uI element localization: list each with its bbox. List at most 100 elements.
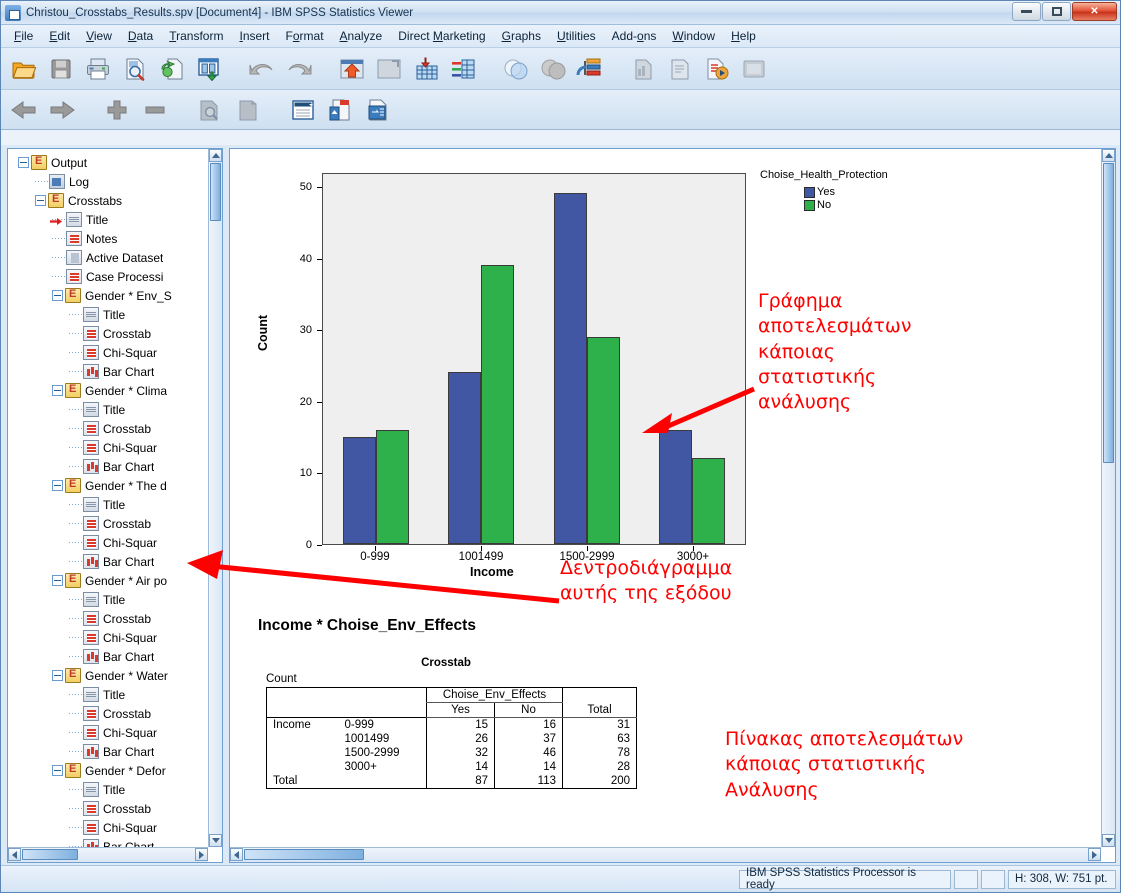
- promote-icon[interactable]: [102, 95, 132, 125]
- output-horizontal-scrollbar[interactable]: [230, 847, 1101, 862]
- tree-collapse-toggle[interactable]: [52, 575, 63, 586]
- tree-collapse-toggle[interactable]: [18, 157, 29, 168]
- back-icon[interactable]: [9, 95, 39, 125]
- crosstab-table[interactable]: Choise_Env_Effects Yes No Total Income 0…: [266, 687, 637, 789]
- table-row[interactable]: 3000+ 14 14 28: [266, 760, 637, 774]
- bar-yes-2[interactable]: [553, 193, 587, 544]
- menu-format[interactable]: Format: [279, 26, 331, 46]
- tree-item[interactable]: Gender * Clima: [14, 381, 208, 400]
- output-scroll-right-arrow[interactable]: [1088, 848, 1101, 861]
- tree-collapse-toggle[interactable]: [52, 480, 63, 491]
- tree-item[interactable]: Crosstab: [14, 419, 208, 438]
- tree-item[interactable]: Crosstab: [14, 704, 208, 723]
- tree-item[interactable]: Chi-Squar: [14, 628, 208, 647]
- select-title-icon[interactable]: [288, 95, 318, 125]
- tree-item[interactable]: Gender * Air po: [14, 571, 208, 590]
- tree-item[interactable]: Active Dataset: [14, 248, 208, 267]
- tree-item[interactable]: Case Processi: [14, 267, 208, 286]
- scroll-down-arrow[interactable]: [209, 834, 222, 847]
- tree-collapse-toggle[interactable]: [52, 385, 63, 396]
- outline-vertical-scrollbar[interactable]: [208, 149, 222, 847]
- show-all-variables-icon[interactable]: [702, 54, 732, 84]
- tree-item[interactable]: Gender * Env_S: [14, 286, 208, 305]
- tree-item[interactable]: Title: [14, 495, 208, 514]
- run-descriptives-icon[interactable]: [448, 54, 478, 84]
- hide-icon[interactable]: [195, 95, 225, 125]
- menu-file[interactable]: File: [7, 26, 40, 46]
- tree-item[interactable]: Chi-Squar: [14, 818, 208, 837]
- forward-icon[interactable]: [47, 95, 77, 125]
- tree-collapse-toggle[interactable]: [52, 670, 63, 681]
- output-scroll-left-arrow[interactable]: [230, 848, 243, 861]
- goto-data-icon[interactable]: [374, 54, 404, 84]
- recall-dialog-icon[interactable]: [157, 54, 187, 84]
- outline-hscroll-thumb[interactable]: [22, 849, 78, 860]
- tree-item[interactable]: Notes: [14, 229, 208, 248]
- spell-check-icon[interactable]: [739, 54, 769, 84]
- tree-item[interactable]: Title: [14, 305, 208, 324]
- show-icon[interactable]: [233, 95, 263, 125]
- tree-item[interactable]: Title: [14, 400, 208, 419]
- table-row[interactable]: 1500-2999 32 46 78: [266, 746, 637, 760]
- bar-no-1[interactable]: [481, 265, 515, 544]
- tree-item[interactable]: Gender * Defor: [14, 761, 208, 780]
- tree-item[interactable]: Bar Chart: [14, 552, 208, 571]
- menu-analyze[interactable]: Analyze: [333, 26, 390, 46]
- output-scroll-down-arrow[interactable]: [1102, 834, 1115, 847]
- tree-item[interactable]: Chi-Squar: [14, 438, 208, 457]
- print-preview-icon[interactable]: [120, 54, 150, 84]
- maximize-button[interactable]: [1042, 2, 1071, 21]
- tree-item[interactable]: Chi-Squar: [14, 343, 208, 362]
- tree-collapse-toggle[interactable]: [35, 195, 46, 206]
- minimize-button[interactable]: [1012, 2, 1041, 21]
- tree-item[interactable]: Title: [14, 590, 208, 609]
- tree-item[interactable]: Crosstab: [14, 514, 208, 533]
- insert-text-icon[interactable]: [364, 95, 394, 125]
- tree-item[interactable]: Chi-Squar: [14, 533, 208, 552]
- variables-icon[interactable]: [411, 54, 441, 84]
- tree-collapse-toggle[interactable]: [52, 765, 63, 776]
- tree-item[interactable]: Crosstab: [14, 324, 208, 343]
- bar-yes-3[interactable]: [659, 429, 693, 544]
- tree-item[interactable]: Crosstab: [14, 609, 208, 628]
- tree-item[interactable]: Bar Chart: [14, 647, 208, 666]
- scroll-right-arrow[interactable]: [195, 848, 208, 861]
- select-cases-icon[interactable]: [501, 54, 531, 84]
- tree-item[interactable]: Bar Chart: [14, 362, 208, 381]
- menu-graphs[interactable]: Graphs: [495, 26, 548, 46]
- tree-collapse-toggle[interactable]: [52, 290, 63, 301]
- menu-transform[interactable]: Transform: [162, 26, 230, 46]
- export-icon[interactable]: [194, 54, 224, 84]
- tree-item[interactable]: Bar Chart: [14, 457, 208, 476]
- menu-window[interactable]: Window: [665, 26, 722, 46]
- value-labels-icon[interactable]: [628, 54, 658, 84]
- tree-item[interactable]: Crosstab: [14, 799, 208, 818]
- table-total-row[interactable]: Total 87 113 200: [266, 774, 637, 789]
- tree-item[interactable]: Bar Chart: [14, 742, 208, 761]
- scroll-left-arrow[interactable]: [8, 848, 21, 861]
- close-button[interactable]: ✕: [1072, 2, 1117, 21]
- outline-scroll-thumb[interactable]: [210, 163, 221, 221]
- tree-item[interactable]: Gender * Water: [14, 666, 208, 685]
- output-hscroll-thumb[interactable]: [244, 849, 364, 860]
- menu-help[interactable]: Help: [724, 26, 763, 46]
- bar-no-0[interactable]: [375, 429, 409, 544]
- tree-item[interactable]: Crosstabs: [14, 191, 208, 210]
- outline-tree[interactable]: Output Log Crosstabs Title Notes Active Datas…: [8, 149, 208, 847]
- output-document[interactable]: 0 10 20 30 40 50 0-999 1001499 1500-2999 3000+ C…: [230, 149, 1101, 847]
- split-file-icon[interactable]: [575, 54, 605, 84]
- bar-no-2[interactable]: [586, 336, 620, 544]
- menu-view[interactable]: View: [79, 26, 119, 46]
- menu-direct-marketing[interactable]: Direct Marketing: [391, 26, 492, 46]
- tree-item[interactable]: Title: [14, 780, 208, 799]
- tree-item[interactable]: Chi-Squar: [14, 723, 208, 742]
- tree-item[interactable]: Bar Chart: [14, 837, 208, 847]
- use-sets-icon[interactable]: [665, 54, 695, 84]
- output-scroll-thumb[interactable]: [1103, 163, 1114, 463]
- insert-title-icon[interactable]: [326, 95, 356, 125]
- bar-no-3[interactable]: [692, 458, 726, 544]
- menu-add-ons[interactable]: Add-ons: [605, 26, 664, 46]
- tree-item[interactable]: Title: [14, 210, 208, 229]
- outline-horizontal-scrollbar[interactable]: [8, 847, 208, 862]
- print-icon[interactable]: [83, 54, 113, 84]
